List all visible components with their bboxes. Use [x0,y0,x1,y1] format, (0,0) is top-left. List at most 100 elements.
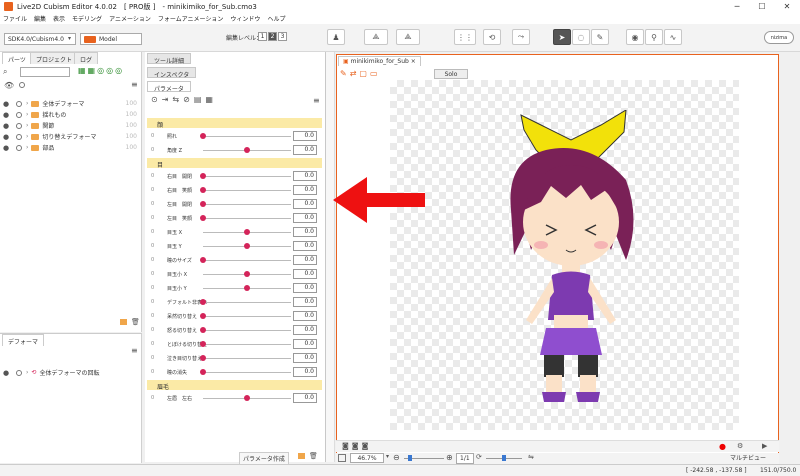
pin-icon[interactable]: ⚲ [645,29,663,45]
hamburger-menu-icon[interactable]: ≡ [131,346,138,355]
menu-edit[interactable]: 編集 [34,14,46,23]
parameter-value-input[interactable]: 0.0 [293,283,317,293]
slider-knob[interactable] [200,257,206,263]
arrow-tool-icon[interactable]: ➤ [553,29,571,45]
chevron-right-icon[interactable]: › [26,122,28,129]
play-icon[interactable]: ▶ [762,442,767,450]
tab-project[interactable]: プロジェクト [30,52,79,64]
slider-knob[interactable] [200,299,206,305]
rotation-slider-thumb[interactable] [502,455,506,461]
slider-knob[interactable] [200,327,206,333]
list-item[interactable]: ● › 関節 100 [0,120,141,131]
eye-icon[interactable]: ● [3,122,11,130]
lasso-tool-icon[interactable]: ◌ [572,29,590,45]
solo-button[interactable]: Solo [434,69,468,79]
tab-parts[interactable]: パーツ [2,52,32,64]
parameter-slider[interactable] [203,330,291,331]
parameter-row[interactable]: 0 泣き目切り替え 0.0 [147,352,322,364]
person-icon[interactable]: ♟ [327,29,345,45]
tab-parameters[interactable]: パラメータ [147,81,191,93]
parameter-row[interactable]: 0 瞳のサイズ 0.0 [147,254,322,266]
parameter-value-input[interactable]: 0.0 [293,353,317,363]
lock-icon[interactable] [16,133,22,140]
gear-icon[interactable]: ⚙ [737,442,743,450]
parameter-row[interactable]: 0 とぼける切り替え 0.0 [147,338,322,350]
maximize-button[interactable]: ☐ [751,0,773,13]
parameter-value-input[interactable]: 0.0 [293,325,317,335]
parameter-row[interactable]: 0 目玉 X 0.0 [147,226,322,238]
slider-knob[interactable] [200,313,206,319]
parameter-slider[interactable] [203,344,291,345]
menu-view[interactable]: 表示 [53,14,65,23]
parameter-row[interactable]: 0 照れ 0.0 [147,130,322,142]
frame-indicator[interactable]: 1/1 [456,453,474,464]
slider-knob[interactable] [200,341,206,347]
trash-icon[interactable]: 🗑 [131,318,140,326]
menu-file[interactable]: ファイル [3,14,27,23]
parameter-slider[interactable] [203,316,291,317]
slider-knob[interactable] [244,147,250,153]
tab-tool-details[interactable]: ツール詳細 [147,53,192,65]
parameter-slider[interactable] [203,302,291,303]
close-icon[interactable]: × [411,58,416,65]
parameter-value-input[interactable]: 0.0 [293,185,317,195]
menu-form-animation[interactable]: フォームアニメーション [158,14,224,23]
fit-icon[interactable] [338,454,346,462]
slider-knob[interactable] [244,229,250,235]
lock-icon[interactable] [16,122,22,129]
parameter-row[interactable]: 0 左眉 左右 0.0 [147,392,322,404]
parameter-row[interactable]: 0 目玉小 Y 0.0 [147,282,322,294]
slider-knob[interactable] [200,369,206,375]
parameter-row[interactable]: 0 目玉 Y 0.0 [147,240,322,252]
glue-icon[interactable]: ⤳ [512,29,530,45]
parameter-row[interactable]: 0 呆然切り替え 0.0 [147,310,322,322]
parameter-group[interactable]: 目 [147,158,322,169]
zoom-input[interactable]: 46.7% [350,453,384,463]
parameter-group[interactable]: 顔 [147,118,322,129]
connect-icon[interactable]: ∿ [664,29,682,45]
eye-icon[interactable]: ● [3,111,11,119]
flip-icon[interactable]: ⇋ [528,453,534,461]
slider-knob[interactable] [200,201,206,207]
minimize-button[interactable]: ─ [726,0,748,13]
trash-icon[interactable]: 🗑 [309,452,318,460]
slider-knob[interactable] [244,395,250,401]
parameter-row[interactable]: 0 右目 開閉 0.0 [147,170,322,182]
brush-tool-icon[interactable]: ✎ [591,29,609,45]
parameter-value-input[interactable]: 0.0 [293,145,317,155]
slider-knob[interactable] [200,133,206,139]
parameter-value-input[interactable]: 0.0 [293,297,317,307]
rotation-deformer-icon[interactable]: ⟲ [483,29,501,45]
edit-level-2[interactable]: 2 [268,32,277,41]
parameter-row[interactable]: 0 左目 笑顔 0.0 [147,212,322,224]
parameter-row[interactable]: 0 左目 開閉 0.0 [147,198,322,210]
zoom-out-icon[interactable]: ⊖ [393,453,400,462]
list-item[interactable]: ● › 部品 100 [0,142,141,153]
slider-knob[interactable] [200,215,206,221]
viewport-tab[interactable]: ▣ minikimiko_for_Sub × [338,56,421,66]
lock-icon[interactable] [16,100,22,107]
list-item[interactable]: ● › 全体デフォーマ 100 [0,98,141,109]
grid-deformer-icon[interactable]: ⋮⋮ [454,29,476,45]
menu-modeling[interactable]: モデリング [72,14,102,23]
new-folder-icon[interactable] [120,319,127,325]
parameter-value-input[interactable]: 0.0 [293,255,317,265]
parameter-value-input[interactable]: 0.0 [293,367,317,377]
parameter-value-input[interactable]: 0.0 [293,171,317,181]
viewport-tools-icons[interactable]: ✎⇄▢▭ [340,69,381,78]
chevron-down-icon[interactable]: ▾ [386,453,389,460]
hamburger-menu-icon[interactable]: ≡ [131,80,138,89]
record-icon[interactable]: ● [719,442,726,451]
parameter-value-input[interactable]: 0.0 [293,227,317,237]
zoom-slider-thumb[interactable] [408,455,412,461]
parameter-tools-icons[interactable]: ⊙⇥⇆⊘▤▦ [151,95,217,104]
parameter-row[interactable]: 0 右目 笑顔 0.0 [147,184,322,196]
menu-window[interactable]: ウィンドウ [230,14,260,23]
list-item[interactable]: ● › 揺れもの 100 [0,109,141,120]
parameter-slider[interactable] [203,358,291,359]
list-item[interactable]: ● › ⟲ 全体デフォーマの回転 [0,367,141,378]
nizima-badge[interactable]: nizima [764,31,794,44]
rotate-icon[interactable]: ⟳ [476,453,482,461]
eye-icon[interactable]: ● [3,133,11,141]
view-icon[interactable]: ◉ [626,29,644,45]
